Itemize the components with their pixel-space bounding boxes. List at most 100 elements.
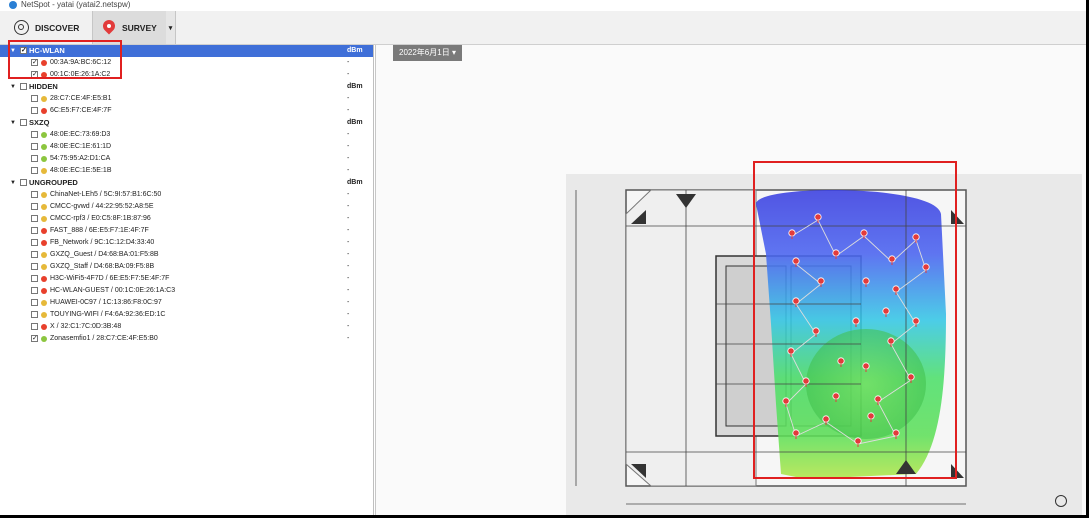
network-label: HC-WLAN-GUEST / 00:1C:0E:26:1A:C3 — [50, 287, 176, 294]
tree-item[interactable]: 6C:E5:F7:CE:4F:7F - — [0, 105, 373, 117]
tree-item[interactable]: ✓ Zonasemfio1 / 28:C7:CE:4F:E5:B0 - — [0, 333, 373, 345]
network-label: 28:C7:CE:4F:E5:B1 — [50, 95, 112, 102]
tree-group[interactable]: ▼ HIDDEN dBm — [0, 81, 373, 93]
signal-value: - — [347, 95, 350, 102]
tree-item[interactable]: H3C-WiFi5-4F7D / 6E:E5:F7:5E:4F:7F - — [0, 273, 373, 285]
tree-item[interactable]: FAST_888 / 6E:E5:F7:1E:4F:7F - — [0, 225, 373, 237]
network-checkbox[interactable] — [31, 299, 38, 306]
network-label: 54:75:95:A2:D1:CA — [50, 155, 111, 162]
signal-value: - — [347, 323, 350, 330]
tree-item[interactable]: FB_Network / 9C:1C:12:D4:33:40 - — [0, 237, 373, 249]
network-checkbox[interactable] — [31, 227, 38, 234]
group-checkbox[interactable] — [20, 119, 27, 126]
toolbar: DISCOVER SURVEY ▾ — [0, 11, 1086, 45]
tree-item[interactable]: 28:C7:CE:4F:E5:B1 - — [0, 93, 373, 105]
network-checkbox[interactable] — [31, 239, 38, 246]
unit-label: dBm — [347, 83, 363, 90]
network-label: FB_Network / 9C:1C:12:D4:33:40 — [50, 239, 155, 246]
signal-icon — [41, 336, 47, 342]
network-checkbox[interactable] — [31, 251, 38, 258]
dropdown-caret-icon: ▾ — [168, 24, 173, 32]
network-checkbox[interactable] — [31, 131, 38, 138]
network-checkbox[interactable] — [31, 323, 38, 330]
title-bar: NetSpot - yatai (yatai2.netspw) — [0, 0, 1086, 11]
signal-value: - — [347, 239, 350, 246]
network-label: ChinaNet-LEh5 / 5C:9I:57:B1:6C:50 — [50, 191, 162, 198]
signal-value: - — [347, 107, 350, 114]
tree-item[interactable]: ChinaNet-LEh5 / 5C:9I:57:B1:6C:50 - — [0, 189, 373, 201]
signal-value: - — [347, 251, 350, 258]
network-checkbox[interactable] — [31, 311, 38, 318]
tree-item[interactable]: HUAWEI-0C97 / 1C:13:86:F8:0C:97 - — [0, 297, 373, 309]
tree-item[interactable]: 48:0E:EC:1E:61:1D - — [0, 141, 373, 153]
signal-value: - — [347, 155, 350, 162]
network-label: X / 32:C1:7C:0D:3B:48 — [50, 323, 122, 330]
network-checkbox[interactable] — [31, 167, 38, 174]
signal-icon — [41, 240, 47, 246]
network-label: CMCC-gvwd / 44:22:95:52:A8:5E — [50, 203, 154, 210]
expand-chevron-icon[interactable]: ▼ — [10, 117, 16, 129]
network-checkbox[interactable] — [31, 143, 38, 150]
app-window: NetSpot - yatai (yatai2.netspw) DISCOVER… — [0, 0, 1086, 515]
tree-group[interactable]: ▼ UNGROUPED dBm — [0, 177, 373, 189]
signal-value: - — [347, 311, 350, 318]
network-checkbox[interactable] — [31, 107, 38, 114]
unit-label: dBm — [347, 179, 363, 186]
tree-item[interactable]: 54:75:95:A2:D1:CA - — [0, 153, 373, 165]
tree-item[interactable]: X / 32:C1:7C:0D:3B:48 - — [0, 321, 373, 333]
network-checkbox[interactable] — [31, 287, 38, 294]
group-label: UNGROUPED — [29, 178, 78, 187]
tree-item[interactable]: GXZQ_Staff / D4:68:BA:09:F5:8B - — [0, 261, 373, 273]
signal-value: - — [347, 335, 350, 342]
tree-group[interactable]: ▼ SXZQ dBm — [0, 117, 373, 129]
signal-value: - — [347, 167, 350, 174]
tree-item[interactable]: 48:0E:EC:1E:5E:1B - — [0, 165, 373, 177]
window-title: NetSpot - yatai (yatai2.netspw) — [21, 0, 131, 9]
compass-icon — [1055, 495, 1067, 507]
signal-icon — [41, 288, 47, 294]
tree-item[interactable]: CMCC-rpf3 / E0:C5:8F:1B:87:96 - — [0, 213, 373, 225]
tree-item[interactable]: HC-WLAN-GUEST / 00:1C:0E:26:1A:C3 - — [0, 285, 373, 297]
signal-icon — [41, 324, 47, 330]
network-checkbox[interactable]: ✓ — [31, 335, 38, 342]
signal-icon — [41, 192, 47, 198]
tree-item[interactable]: GXZQ_Guest / D4:68:BA:01:F5:8B - — [0, 249, 373, 261]
signal-icon — [41, 204, 47, 210]
signal-value: - — [347, 131, 350, 138]
discover-label: DISCOVER — [35, 22, 80, 33]
survey-pin-icon — [100, 17, 118, 36]
signal-icon — [41, 216, 47, 222]
signal-value: - — [347, 191, 350, 198]
unit-label: dBm — [347, 47, 363, 54]
network-checkbox[interactable] — [31, 191, 38, 198]
signal-icon — [41, 300, 47, 306]
app-icon — [9, 1, 17, 9]
tree-item[interactable]: CMCC-gvwd / 44:22:95:52:A8:5E - — [0, 201, 373, 213]
network-checkbox[interactable] — [31, 215, 38, 222]
hc-wlan-highlight-box — [8, 40, 122, 79]
tree-item[interactable]: 48:0E:EC:73:69:D3 - — [0, 129, 373, 141]
group-checkbox[interactable] — [20, 179, 27, 186]
network-checkbox[interactable] — [31, 275, 38, 282]
network-label: 48:0E:EC:1E:61:1D — [50, 143, 112, 150]
network-checkbox[interactable] — [31, 263, 38, 270]
tree-item[interactable]: TOUYING-WIFI / F4:6A:92:36:ED:1C - — [0, 309, 373, 321]
network-tree-panel: ▼ ✓ HC-WLAN dBm ✓ 00:3A:9A:BC:6C:12- ✓ 00:1C:0E… — [0, 45, 374, 515]
expand-chevron-icon[interactable]: ▼ — [10, 81, 16, 93]
network-label: H3C-WiFi5-4F7D / 6E:E5:F7:5E:4F:7F — [50, 275, 170, 282]
expand-chevron-icon[interactable]: ▼ — [10, 177, 16, 189]
network-checkbox[interactable] — [31, 155, 38, 162]
date-selector[interactable]: 2022年6月1日 ▾ — [393, 45, 462, 61]
signal-value: - — [347, 263, 350, 270]
network-checkbox[interactable] — [31, 95, 38, 102]
signal-icon — [41, 276, 47, 282]
signal-icon — [41, 168, 47, 174]
signal-value: - — [347, 71, 350, 78]
signal-icon — [41, 132, 47, 138]
group-label: HIDDEN — [29, 82, 58, 91]
survey-dropdown-button[interactable]: ▾ — [166, 11, 176, 44]
signal-icon — [41, 228, 47, 234]
network-label: 48:0E:EC:73:69:D3 — [50, 131, 111, 138]
group-checkbox[interactable] — [20, 83, 27, 90]
network-checkbox[interactable] — [31, 203, 38, 210]
